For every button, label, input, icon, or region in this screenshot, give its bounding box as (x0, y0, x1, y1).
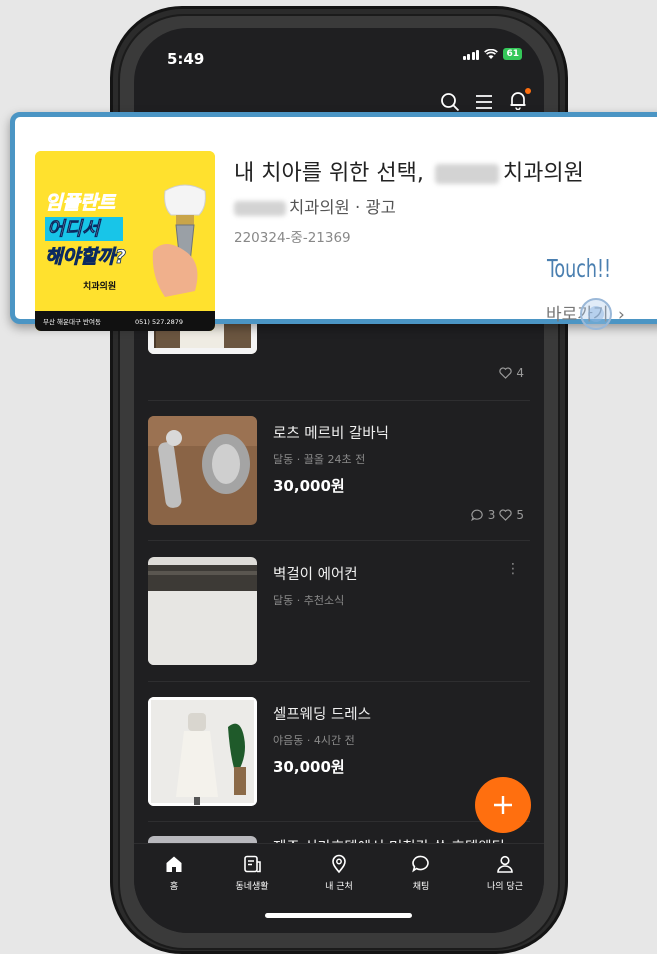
home-indicator (265, 913, 412, 918)
divider (148, 821, 530, 822)
plus-icon (494, 796, 512, 814)
nav-item-chat[interactable]: 채팅 (386, 854, 456, 892)
listing-thumbnail (148, 557, 257, 665)
ad-image-clinic: 치과의원 (83, 280, 116, 292)
heart-icon (499, 509, 513, 521)
status-indicators: 61 (462, 48, 522, 60)
stage: 5:49 61 4 로츠 메르비 갈바닉 달동 · 끌올 24초 전 30,00… (0, 0, 657, 954)
nav-label: 채팅 (412, 882, 430, 892)
chevron-right-icon: › (617, 305, 625, 325)
nav-label: 내 근처 (325, 882, 353, 892)
write-post-button[interactable] (475, 777, 531, 833)
list-item[interactable]: 벽걸이 에어컨 달동 · 추천소식 ⋮ (148, 557, 530, 669)
more-options-icon[interactable]: ⋮ (506, 561, 520, 577)
nav-label: 나의 당근 (487, 882, 523, 892)
ad-image-line3: 해야할까? (45, 246, 126, 268)
ad-subtitle: 치과의원 · 광고 (234, 194, 396, 218)
list-item[interactable]: 로츠 메르비 갈바닉 달동 · 끌올 24초 전 30,000원 3 5 (148, 416, 530, 536)
listing-stats: 3 5 (470, 508, 524, 522)
heart-icon (499, 367, 513, 379)
listing-price: 30,000원 (273, 758, 345, 776)
nav-item-nearby[interactable]: 내 근처 (304, 854, 374, 892)
ad-title-prefix: 내 치아를 위한 선택, (234, 161, 424, 186)
divider (148, 400, 530, 401)
chat-bubble-icon (470, 509, 483, 521)
notification-button[interactable] (508, 88, 531, 114)
document-icon (244, 855, 261, 873)
comment-count: 3 (487, 508, 496, 522)
person-icon (497, 855, 513, 873)
nav-item-my-profile[interactable]: 나의 당근 (470, 854, 540, 892)
menu-icon[interactable] (474, 92, 494, 112)
nav-label: 동네생활 (235, 882, 269, 892)
bottom-navigation: 홈 동네생활 내 근처 채팅 나의 당근 (134, 843, 544, 933)
header-actions (440, 88, 531, 114)
tap-indicator (580, 298, 612, 330)
blurred-clinic-name (434, 164, 499, 184)
ad-image-line2: 어디서 (47, 218, 102, 240)
listing-thumbnail (148, 416, 257, 525)
ad-advertiser: 치과의원 (289, 198, 350, 217)
listing-info: 로츠 메르비 갈바닉 달동 · 끌올 24초 전 30,000원 (273, 422, 523, 496)
ad-label: · 광고 (349, 198, 396, 217)
nav-label: 홈 (169, 882, 179, 892)
listing-info: 벽걸이 에어컨 달동 · 추천소식 (273, 563, 523, 608)
nav-item-community[interactable]: 동네생활 (217, 854, 287, 892)
listing-title: 벽걸이 에어컨 (273, 567, 358, 583)
chat-icon (412, 855, 429, 873)
listing-meta: 야음동 · 4시간 전 (273, 734, 355, 747)
notification-dot (525, 88, 531, 94)
listing-price: 30,000원 (273, 477, 345, 495)
divider (148, 681, 530, 682)
home-icon (166, 856, 182, 872)
wifi-icon (484, 48, 499, 59)
listing-info: 셀프웨딩 드레스 야음동 · 4시간 전 30,000원 (273, 703, 523, 777)
listing-meta: 달동 · 끌올 24초 전 (273, 453, 366, 466)
ad-approval-code: 220324-중-21369 (234, 230, 351, 246)
blurred-clinic-name (234, 201, 286, 216)
listing-thumbnail (148, 697, 257, 806)
listing-title: 로츠 메르비 갈바닉 (273, 426, 389, 442)
ad-title-suffix: 치과의원 (502, 161, 584, 186)
listing-meta: 달동 · 추천소식 (273, 594, 345, 607)
ad-image-footer-phone: 051) 527.2879 (135, 318, 183, 326)
like-count: 5 (516, 508, 524, 522)
list-item[interactable]: 셀프웨딩 드레스 야음동 · 4시간 전 30,000원 (148, 697, 530, 809)
ad-image-footer-location: 부산 해운대구 반여동 (43, 317, 101, 326)
divider (148, 540, 530, 541)
location-pin-icon (332, 854, 346, 874)
ad-image: 부산 해운대구 반여동 051) 527.2879 임플란트 어디서 해야할까?… (35, 151, 215, 331)
ad-image-line1: 임플란트 (45, 192, 116, 214)
battery-indicator: 61 (503, 48, 522, 60)
ad-title: 내 치아를 위한 선택, 치과의원 (234, 155, 584, 187)
listing-title: 셀프웨딩 드레스 (273, 707, 371, 723)
touch-annotation: Touch!! (547, 254, 612, 283)
listing-stats: 4 (499, 366, 524, 380)
status-time: 5:49 (167, 50, 205, 68)
search-icon[interactable] (440, 92, 460, 112)
ad-card[interactable]: 부산 해운대구 반여동 051) 527.2879 임플란트 어디서 해야할까?… (10, 112, 657, 331)
cellular-signal-icon (462, 49, 480, 60)
nav-item-home[interactable]: 홈 (139, 854, 209, 892)
like-count: 4 (516, 366, 524, 380)
